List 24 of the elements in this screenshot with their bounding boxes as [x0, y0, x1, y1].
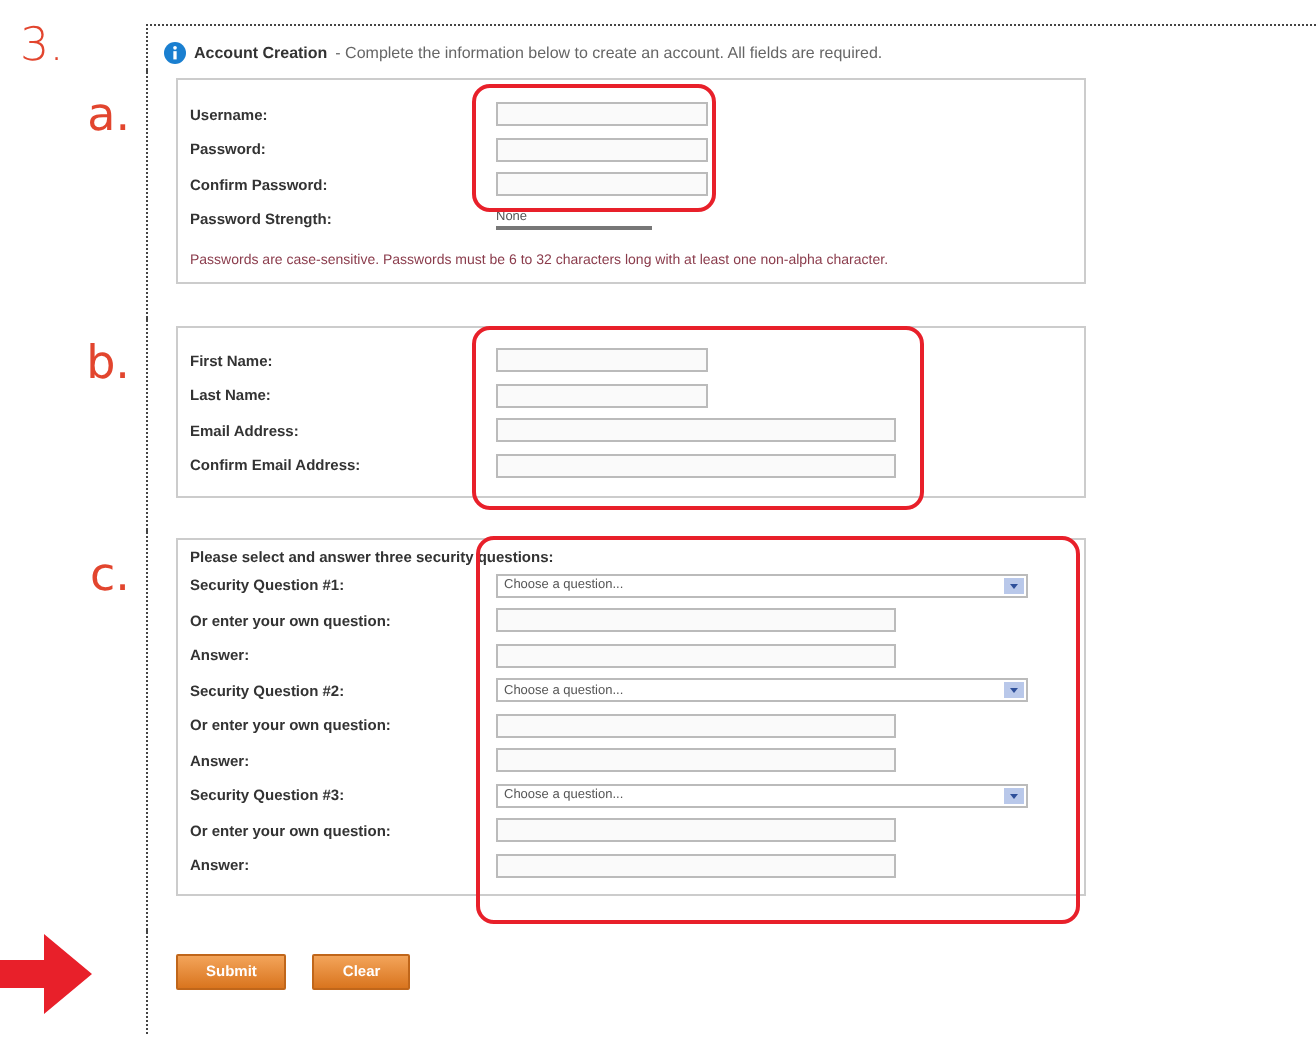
arrow-icon [0, 933, 92, 1014]
dropdown-arrow-icon [1004, 787, 1024, 804]
annotation-letter: a. [87, 90, 130, 143]
form-title: Account Creation [194, 43, 328, 61]
input-field[interactable] [496, 453, 896, 478]
input-field[interactable] [496, 383, 708, 408]
input-field[interactable] [496, 348, 708, 373]
form-description: - Complete the information below to create an account. All fields are required. [335, 43, 883, 61]
annotation-letter: b. [86, 337, 130, 390]
dropdown-arrow-icon [1004, 577, 1024, 594]
input-field[interactable] [496, 608, 896, 633]
input-field[interactable] [496, 853, 896, 878]
input-field[interactable] [496, 102, 708, 127]
input-field[interactable] [496, 713, 896, 738]
input-field[interactable] [496, 643, 896, 668]
input-field[interactable] [496, 137, 708, 162]
step-number: 3. [20, 20, 64, 72]
dropdown-arrow-icon [1004, 682, 1024, 699]
info-icon [164, 41, 186, 63]
input-field[interactable] [496, 172, 708, 197]
input-field[interactable] [496, 748, 896, 773]
input-field[interactable] [496, 818, 896, 843]
annotation-letter: c. [90, 549, 130, 602]
input-field[interactable] [496, 418, 896, 443]
